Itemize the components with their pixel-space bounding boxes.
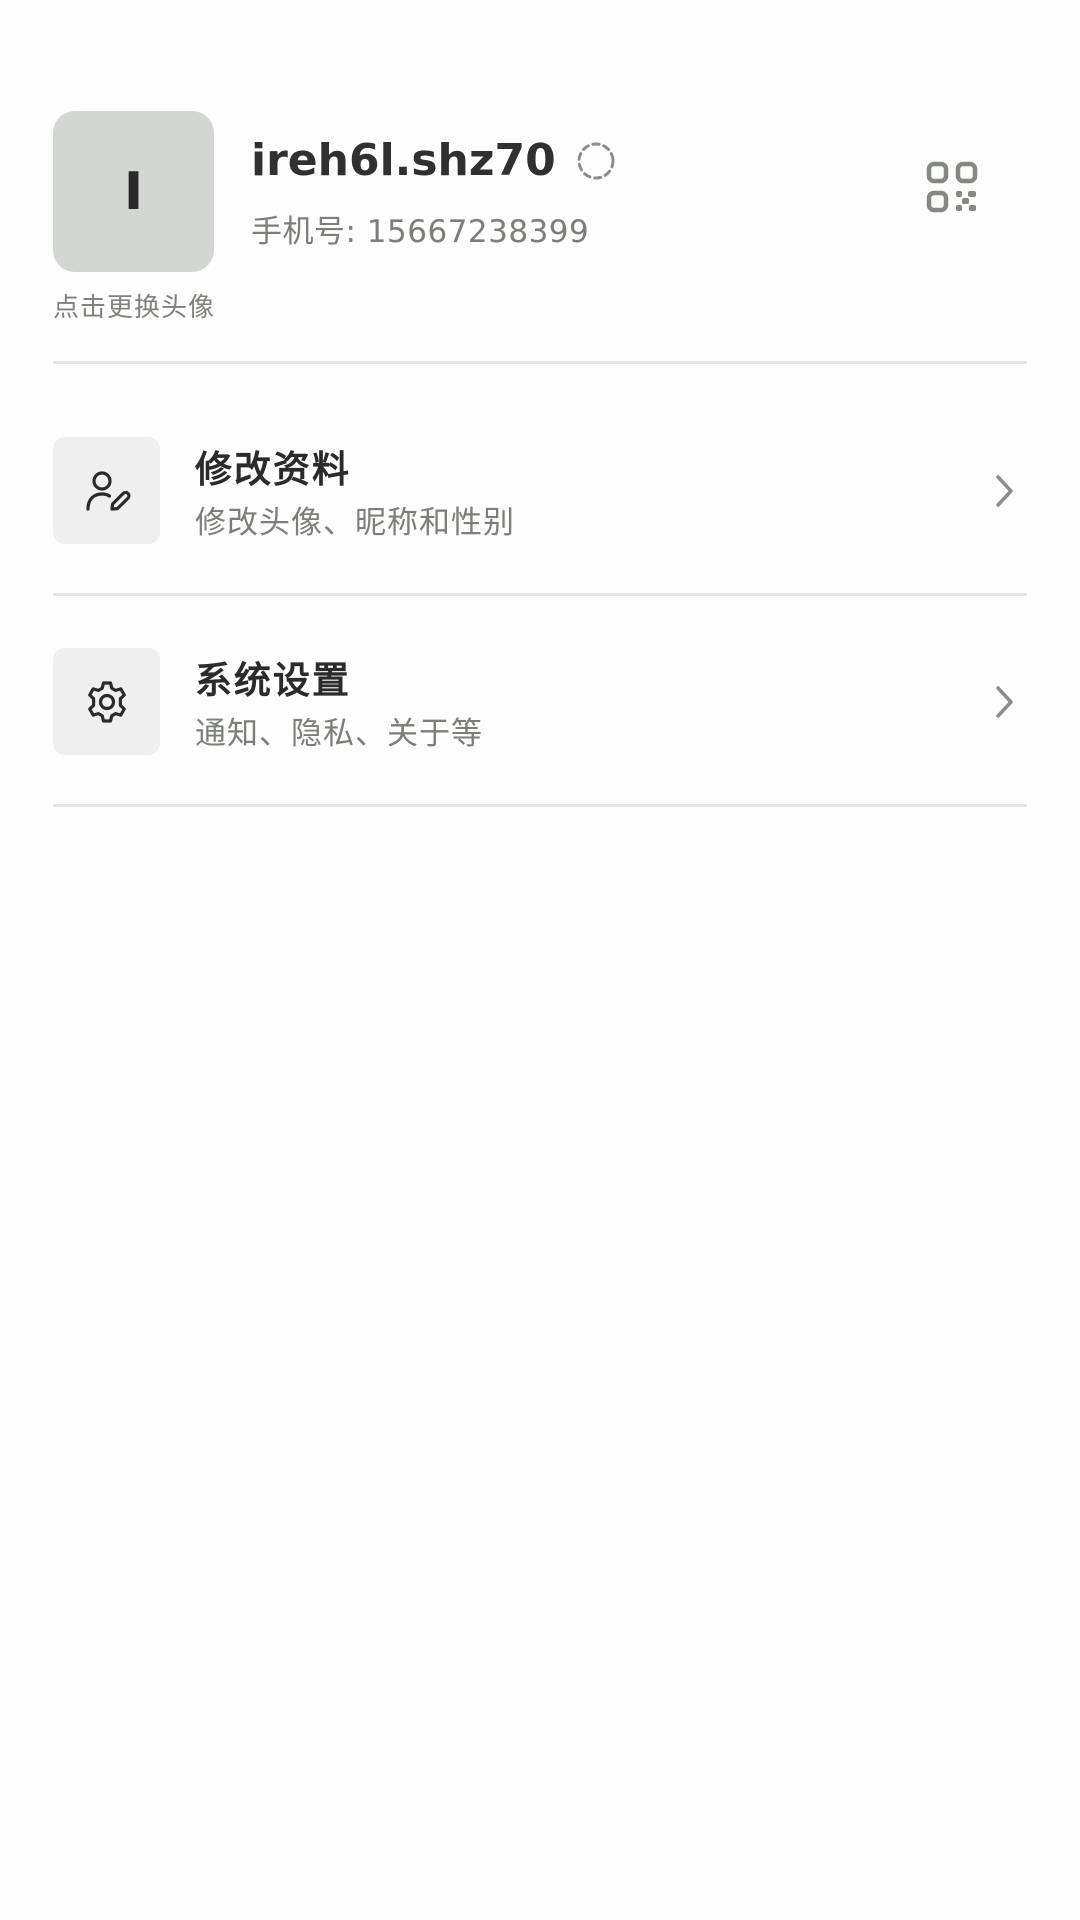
divider bbox=[53, 804, 1027, 807]
menu-icon-box bbox=[53, 648, 160, 755]
menu-item-subtitle: 通知、隐私、关于等 bbox=[195, 716, 483, 752]
gear-icon bbox=[87, 680, 126, 723]
chevron-right-icon bbox=[996, 686, 1013, 718]
menu-icon-box bbox=[53, 437, 160, 544]
menu-item-subtitle: 修改头像、昵称和性别 bbox=[195, 505, 515, 541]
menu-item-system-settings[interactable]: 系统设置 通知、隐私、关于等 bbox=[53, 606, 1027, 786]
menu-item-title: 修改资料 bbox=[195, 448, 351, 491]
username: ireh6l.shz70 bbox=[251, 135, 556, 186]
qr-code-icon[interactable] bbox=[925, 160, 979, 214]
avatar[interactable]: I bbox=[53, 111, 214, 272]
change-avatar-hint[interactable]: 点击更换头像 bbox=[53, 287, 215, 324]
avatar-initial: I bbox=[123, 161, 144, 222]
user-edit-icon bbox=[85, 470, 131, 511]
username-row: ireh6l.shz70 bbox=[251, 133, 616, 189]
divider bbox=[53, 361, 1027, 364]
loading-status-icon[interactable] bbox=[576, 141, 616, 181]
phone-number: 手机号: 15667238399 bbox=[251, 214, 590, 250]
menu-item-title: 系统设置 bbox=[195, 659, 351, 702]
profile-page: I 点击更换头像 ireh6l.shz70 手机号: 15667238399 修… bbox=[0, 0, 1080, 1920]
chevron-right-icon bbox=[996, 475, 1013, 507]
menu-item-edit-profile[interactable]: 修改资料 修改头像、昵称和性别 bbox=[53, 395, 1027, 575]
divider bbox=[53, 593, 1027, 596]
